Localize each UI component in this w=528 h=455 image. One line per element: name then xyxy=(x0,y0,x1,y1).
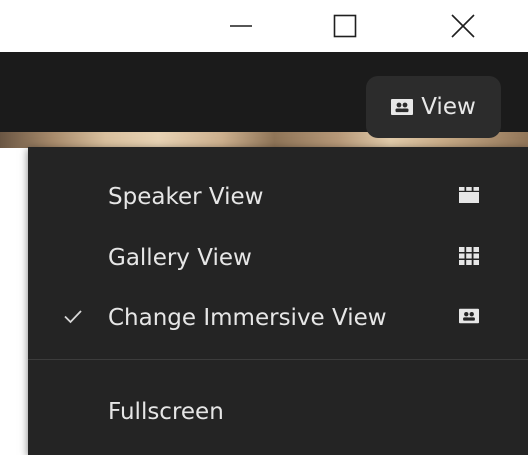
minimize-button[interactable] xyxy=(208,0,274,52)
view-menu: Speaker View Gallery View Change Immersi… xyxy=(28,147,528,455)
menu-divider xyxy=(28,359,528,360)
menu-item-gallery-view[interactable]: Gallery View xyxy=(28,229,528,287)
maximize-icon xyxy=(333,14,357,38)
minimize-icon xyxy=(229,14,253,38)
window-titlebar xyxy=(0,0,528,52)
menu-item-label: Speaker View xyxy=(108,184,264,210)
maximize-button[interactable] xyxy=(312,0,378,52)
menu-item-change-immersive-view[interactable]: Change Immersive View xyxy=(28,289,528,347)
speaker-view-icon xyxy=(459,187,479,207)
menu-item-label: Change Immersive View xyxy=(108,305,387,331)
immersive-view-icon xyxy=(391,99,414,115)
menu-item-label: Gallery View xyxy=(108,245,252,271)
close-button[interactable] xyxy=(430,0,496,52)
close-icon xyxy=(451,14,475,38)
checkmark-icon xyxy=(64,309,82,328)
view-button[interactable]: View xyxy=(366,76,501,138)
menu-item-fullscreen[interactable]: Fullscreen xyxy=(28,383,528,441)
immersive-view-icon xyxy=(459,308,479,328)
view-button-label: View xyxy=(421,94,476,120)
gallery-view-icon xyxy=(459,247,479,269)
menu-item-label: Fullscreen xyxy=(108,399,224,425)
menu-item-speaker-view[interactable]: Speaker View xyxy=(28,168,528,226)
